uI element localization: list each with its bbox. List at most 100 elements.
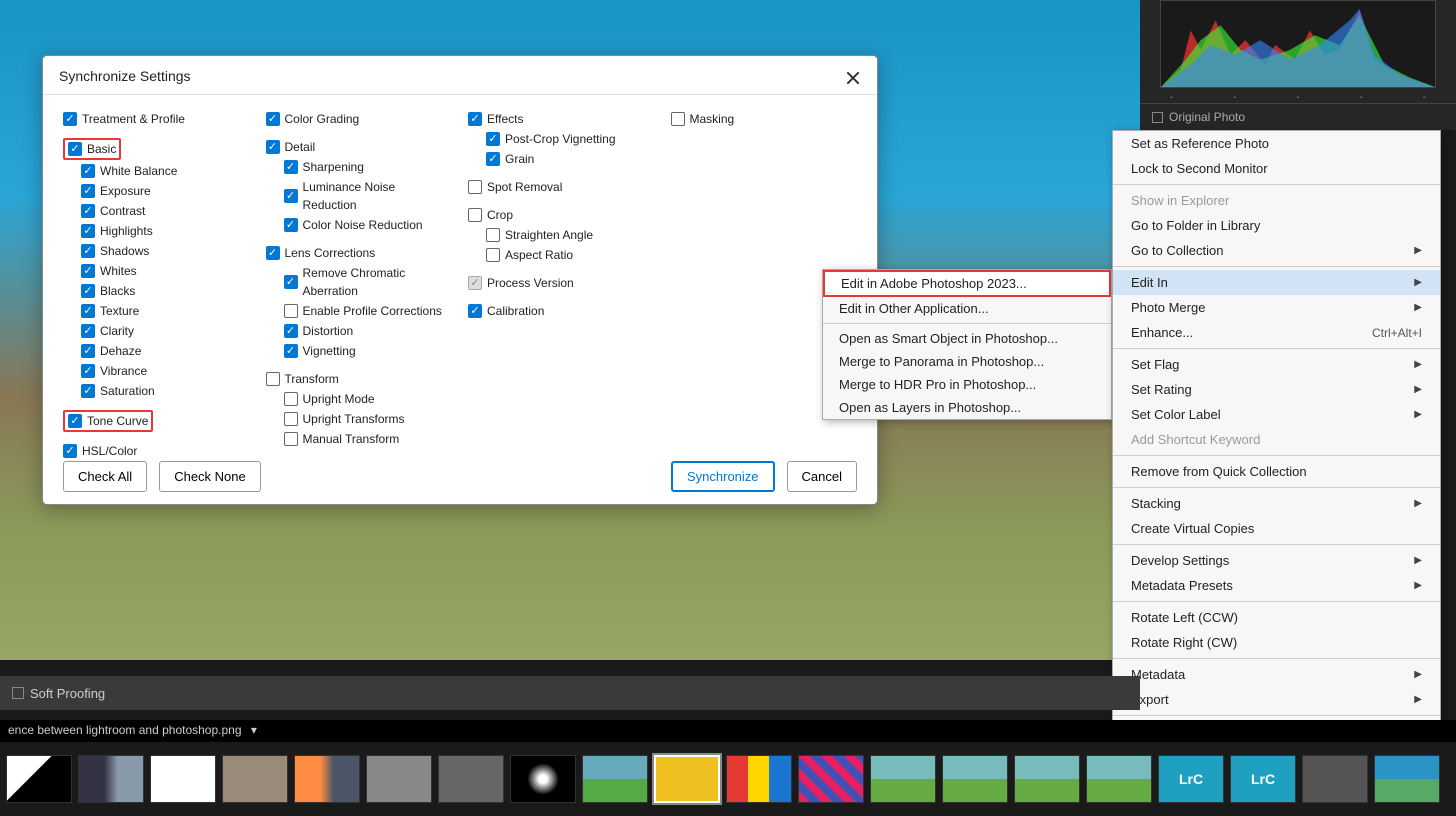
checkbox-row[interactable]: Lens Corrections	[266, 244, 453, 262]
menu-item[interactable]: Stacking▶	[1113, 491, 1440, 516]
checkbox-icon[interactable]	[68, 414, 82, 428]
menu-item[interactable]: Edit in Adobe Photoshop 2023...	[823, 270, 1111, 297]
filmstrip-thumbnail[interactable]	[222, 755, 288, 803]
menu-item[interactable]: Merge to Panorama in Photoshop...	[823, 350, 1111, 373]
checkbox-icon[interactable]	[63, 112, 77, 126]
checkbox-icon[interactable]	[81, 204, 95, 218]
menu-item[interactable]: Lock to Second Monitor	[1113, 156, 1440, 181]
checkbox-icon[interactable]	[284, 275, 298, 289]
filmstrip-thumbnail[interactable]	[294, 755, 360, 803]
checkbox-row[interactable]: White Balance	[81, 162, 250, 180]
checkbox-icon[interactable]	[468, 276, 482, 290]
menu-item[interactable]: Metadata Presets▶	[1113, 573, 1440, 598]
menu-item[interactable]: Set Color Label▶	[1113, 402, 1440, 427]
menu-item[interactable]: Export▶	[1113, 687, 1440, 712]
filmstrip-thumbnail[interactable]	[366, 755, 432, 803]
checkbox-icon[interactable]	[468, 208, 482, 222]
cancel-button[interactable]: Cancel	[787, 461, 857, 492]
filmstrip-thumbnail[interactable]	[438, 755, 504, 803]
filmstrip-thumbnail[interactable]	[582, 755, 648, 803]
checkbox-row[interactable]: Sharpening	[284, 158, 453, 176]
filmstrip-thumbnail[interactable]	[870, 755, 936, 803]
checkbox-row[interactable]: Post-Crop Vignetting	[486, 130, 655, 148]
checkbox-row[interactable]: Color Grading	[266, 110, 453, 128]
checkbox-row[interactable]: Aspect Ratio	[486, 246, 655, 264]
filmstrip-thumbnail[interactable]	[510, 755, 576, 803]
checkbox-icon[interactable]	[63, 444, 77, 458]
check-none-button[interactable]: Check None	[159, 461, 261, 492]
check-all-button[interactable]: Check All	[63, 461, 147, 492]
checkbox-row[interactable]: Grain	[486, 150, 655, 168]
checkbox-row[interactable]: Masking	[671, 110, 858, 128]
menu-item[interactable]: Edit in Other Application...	[823, 297, 1111, 320]
checkbox-icon[interactable]	[266, 372, 280, 386]
checkbox-row[interactable]: Remove Chromatic Aberration	[284, 264, 453, 300]
checkbox-row[interactable]: Whites	[81, 262, 250, 280]
checkbox-icon[interactable]	[81, 164, 95, 178]
filmstrip-thumbnail[interactable]	[150, 755, 216, 803]
menu-item[interactable]: Edit In▶	[1113, 270, 1440, 295]
checkbox-row[interactable]: Color Noise Reduction	[284, 216, 453, 234]
checkbox-icon[interactable]	[284, 324, 298, 338]
close-icon[interactable]	[843, 68, 863, 88]
checkbox-icon[interactable]	[468, 180, 482, 194]
checkbox-icon[interactable]	[284, 189, 298, 203]
checkbox-icon[interactable]	[486, 152, 500, 166]
chevron-down-icon[interactable]: ▾	[251, 723, 257, 737]
menu-item[interactable]: Remove from Quick Collection	[1113, 459, 1440, 484]
checkbox-row[interactable]: Vignetting	[284, 342, 453, 360]
checkbox-icon[interactable]	[284, 432, 298, 446]
checkbox-icon[interactable]	[81, 184, 95, 198]
checkbox-row[interactable]: HSL/Color	[63, 442, 250, 460]
checkbox-row[interactable]: Enable Profile Corrections	[284, 302, 453, 320]
menu-item[interactable]: Create Virtual Copies	[1113, 516, 1440, 541]
checkbox-icon[interactable]	[81, 284, 95, 298]
checkbox-icon[interactable]	[266, 246, 280, 260]
checkbox-icon[interactable]	[468, 304, 482, 318]
checkbox-icon[interactable]	[284, 392, 298, 406]
checkbox-row[interactable]: Straighten Angle	[486, 226, 655, 244]
checkbox-icon[interactable]	[81, 244, 95, 258]
checkbox-row[interactable]: Crop	[468, 206, 655, 224]
checkbox-icon[interactable]	[486, 228, 500, 242]
checkbox-icon[interactable]	[284, 412, 298, 426]
checkbox-row[interactable]: Tone Curve	[63, 410, 250, 432]
menu-item[interactable]: Go to Collection▶	[1113, 238, 1440, 263]
checkbox-row[interactable]: Effects	[468, 110, 655, 128]
checkbox-row[interactable]: Texture	[81, 302, 250, 320]
checkbox-row[interactable]: Saturation	[81, 382, 250, 400]
menu-item[interactable]: Open as Smart Object in Photoshop...	[823, 327, 1111, 350]
checkbox-icon[interactable]	[81, 324, 95, 338]
checkbox-icon[interactable]	[486, 248, 500, 262]
checkbox-icon[interactable]	[68, 142, 82, 156]
soft-proofing-bar[interactable]: Soft Proofing	[0, 676, 1140, 710]
checkbox-row[interactable]: Distortion	[284, 322, 453, 340]
filmstrip[interactable]: LrCLrC	[0, 742, 1456, 816]
checkbox-icon[interactable]	[284, 344, 298, 358]
menu-item[interactable]: Metadata▶	[1113, 662, 1440, 687]
checkbox-row[interactable]: Dehaze	[81, 342, 250, 360]
checkbox-icon[interactable]	[81, 304, 95, 318]
checkbox-row[interactable]: Exposure	[81, 182, 250, 200]
checkbox-icon[interactable]	[81, 384, 95, 398]
filmstrip-thumbnail[interactable]	[726, 755, 792, 803]
checkbox-icon[interactable]	[81, 224, 95, 238]
checkbox-row[interactable]: Detail	[266, 138, 453, 156]
filmstrip-thumbnail[interactable]	[1302, 755, 1368, 803]
menu-item[interactable]: Enhance...Ctrl+Alt+I	[1113, 320, 1440, 345]
checkbox-row[interactable]: Blacks	[81, 282, 250, 300]
menu-item[interactable]: Set Rating▶	[1113, 377, 1440, 402]
filmstrip-thumbnail[interactable]	[6, 755, 72, 803]
checkbox-icon[interactable]	[81, 264, 95, 278]
checkbox-icon[interactable]	[266, 112, 280, 126]
filmstrip-thumbnail[interactable]	[1086, 755, 1152, 803]
checkbox-row[interactable]: Highlights	[81, 222, 250, 240]
checkbox-row[interactable]: Calibration	[468, 302, 655, 320]
checkbox-row[interactable]: Upright Mode	[284, 390, 453, 408]
checkbox-row[interactable]: Vibrance	[81, 362, 250, 380]
filmstrip-thumbnail[interactable]	[1014, 755, 1080, 803]
checkbox-icon[interactable]	[468, 112, 482, 126]
filmstrip-thumbnail[interactable]: LrC	[1230, 755, 1296, 803]
filmstrip-thumbnail[interactable]	[942, 755, 1008, 803]
filmstrip-thumbnail[interactable]: LrC	[1158, 755, 1224, 803]
